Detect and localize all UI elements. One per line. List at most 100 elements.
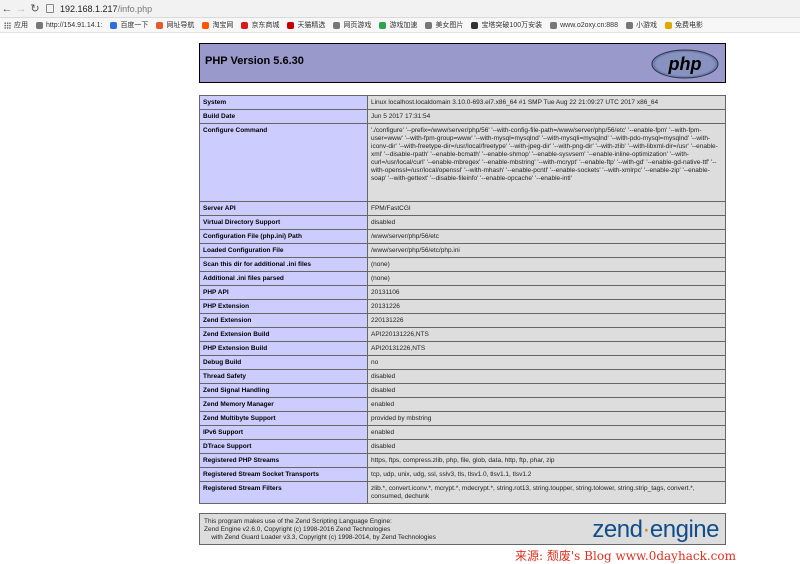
reload-icon[interactable]: ↻ (28, 2, 42, 15)
row-key: Zend Extension Build (199, 327, 368, 342)
bt-icon (471, 21, 479, 29)
row-value: provided by mbstring (367, 411, 726, 426)
page-info-icon[interactable] (46, 4, 54, 13)
table-row: Additional .ini files parsed (none) (199, 271, 726, 286)
table-row: Loaded Configuration File/www/server/php… (199, 243, 726, 258)
bookmark-item[interactable]: 宝塔突破100万安装 (471, 20, 542, 30)
bookmark-label: 网页游戏 (343, 22, 372, 29)
url-host: 192.168.1.217 (60, 3, 118, 14)
forward-icon[interactable]: → (14, 3, 28, 15)
row-value: API220131226,NTS (367, 327, 726, 342)
row-key: Loaded Configuration File (199, 243, 368, 258)
table-row: Configure Command './configure' '--prefix… (199, 123, 726, 202)
row-value: enabled (367, 425, 726, 440)
row-key: Registered Stream Socket Transports (199, 467, 368, 482)
table-row: Registered Stream Filters zlib.*, convert… (199, 481, 726, 504)
row-value: Jun 5 2017 17:31:54 (367, 109, 726, 124)
table-row: PHP Extension 20131226 (199, 299, 726, 314)
table-row: Configuration File (php.ini) Path/www/se… (199, 229, 726, 244)
row-value: tcp, udp, unix, udg, ssl, sslv3, tls, tl… (367, 467, 726, 482)
watermark: 来源: 颓废's Blog www.0dayhack.com (515, 549, 736, 563)
bookmark-label: 免费电影 (674, 22, 703, 29)
row-value: disabled (367, 439, 726, 454)
row-value: /www/server/php/56/etc (367, 229, 726, 244)
bookmark-item[interactable]: 应用 (0, 20, 28, 30)
zend-footer: This program makes use of the Zend Scrip… (199, 513, 726, 545)
row-value: disabled (367, 215, 726, 230)
bookmark-label: 美女图片 (435, 22, 464, 29)
baidu-icon (110, 21, 118, 29)
row-key: Thread Safety (199, 369, 368, 384)
jd-icon (241, 21, 249, 29)
page-icon (379, 21, 387, 29)
row-key: Zend Multibyte Support (199, 411, 368, 426)
table-row: Debug Build no (199, 355, 726, 370)
table-row: Zend Signal Handling disabled (199, 383, 726, 398)
bookmark-label: 宝塔突破100万安装 (481, 22, 543, 29)
table-row: PHP Extension Build API20131226,NTS (199, 341, 726, 356)
bookmark-label: 天猫精选 (297, 22, 326, 29)
row-value: https, ftps, compress.zlib, php, file, g… (367, 453, 726, 468)
bookmark-item[interactable]: www.o2oxy.cn:888 (550, 21, 618, 29)
bookmarks-bar: 应用 http://154.91.14.1: 百度一下 网址导航 淘宝网 京东商城 天猫精选… (0, 18, 800, 33)
row-key: Additional .ini files parsed (199, 271, 368, 286)
bookmark-item[interactable]: 免费电影 (664, 20, 703, 30)
bookmark-label: 淘宝网 (212, 22, 234, 29)
bookmark-item[interactable]: 网页游戏 (333, 20, 371, 30)
row-key: Debug Build (199, 355, 368, 370)
row-value: './configure' '--prefix=/www/server/php/… (367, 123, 726, 202)
php-logo-icon: php (651, 49, 719, 79)
bookmark-item[interactable]: 网址导航 (156, 20, 194, 30)
footer-line: This program makes use of the Zend Scrip… (204, 518, 392, 525)
row-value: zlib.*, convert.iconv.*, mcrypt.*, mdecr… (367, 481, 726, 504)
page-icon (550, 21, 558, 29)
zend-logo-part: engine (649, 516, 720, 543)
url-field[interactable]: 192.168.1.217/info.php (60, 4, 152, 14)
bookmark-label: http://154.91.14.1: (46, 21, 103, 29)
table-row: Registered PHP Streams https, ftps, compr… (199, 453, 726, 468)
bookmark-label: 网址导航 (166, 22, 195, 29)
row-value: API20131226,NTS (367, 341, 726, 356)
zend-logo-dot: · (642, 516, 650, 543)
bookmark-label: www.o2oxy.cn:888 (560, 21, 618, 29)
table-row: Registered Stream Socket Transports tcp, … (199, 467, 726, 482)
row-key: Configuration File (php.ini) Path (199, 229, 368, 244)
bookmark-item[interactable]: 百度一下 (110, 20, 148, 30)
page-icon (333, 21, 341, 29)
bookmark-item[interactable]: 天猫精选 (287, 20, 325, 30)
footer-line: Zend Engine v2.6.0, Copyright (c) 1998-2… (204, 526, 391, 533)
page-icon (287, 21, 295, 29)
table-row: Zend Extension Build API220131226,NTS (199, 327, 726, 342)
bookmark-item[interactable]: 游戏加速 (379, 20, 417, 30)
bookmark-item[interactable]: 京东商城 (241, 20, 279, 30)
row-value: /www/server/php/56/etc/php.ini (367, 243, 726, 258)
row-key: IPv6 Support (199, 425, 368, 440)
page-icon (425, 21, 433, 29)
row-value: 20131226 (367, 299, 726, 314)
bookmark-item[interactable]: 小游戏 (625, 20, 657, 30)
table-row: DTrace Support disabled (199, 439, 726, 454)
back-icon[interactable]: ← (0, 3, 14, 15)
row-value: (none) (367, 257, 726, 272)
row-value: (none) (367, 271, 726, 286)
page-icon (664, 21, 672, 29)
page-icon (625, 21, 633, 29)
table-row: IPv6 Support enabled (199, 425, 726, 440)
table-row: Zend Memory Manager enabled (199, 397, 726, 412)
bookmark-item[interactable]: 淘宝网 (202, 20, 233, 30)
bookmark-item[interactable]: 美女图片 (425, 20, 463, 30)
bookmark-label: 京东商城 (251, 22, 280, 29)
table-row: Zend Extension 220131226 (199, 313, 726, 328)
row-key: Virtual Directory Support (199, 215, 368, 230)
row-key: System (199, 95, 368, 110)
page-title: PHP Version 5.6.30 (205, 55, 304, 67)
bookmark-item[interactable]: http://154.91.14.1: (36, 21, 103, 29)
row-key: PHP API (199, 285, 368, 300)
table-row: Build Date Jun 5 2017 17:31:54 (199, 109, 726, 124)
zend-footer-text: This program makes use of the Zend Scrip… (204, 518, 436, 542)
zend-engine-logo: zend·engine (592, 516, 719, 544)
row-value: FPM/FastCGI (367, 201, 726, 216)
row-key: PHP Extension (199, 299, 368, 314)
info-table: System Linux localhost.localdomain 3.10.0… (199, 95, 726, 504)
bookmark-label: 游戏加速 (389, 22, 418, 29)
